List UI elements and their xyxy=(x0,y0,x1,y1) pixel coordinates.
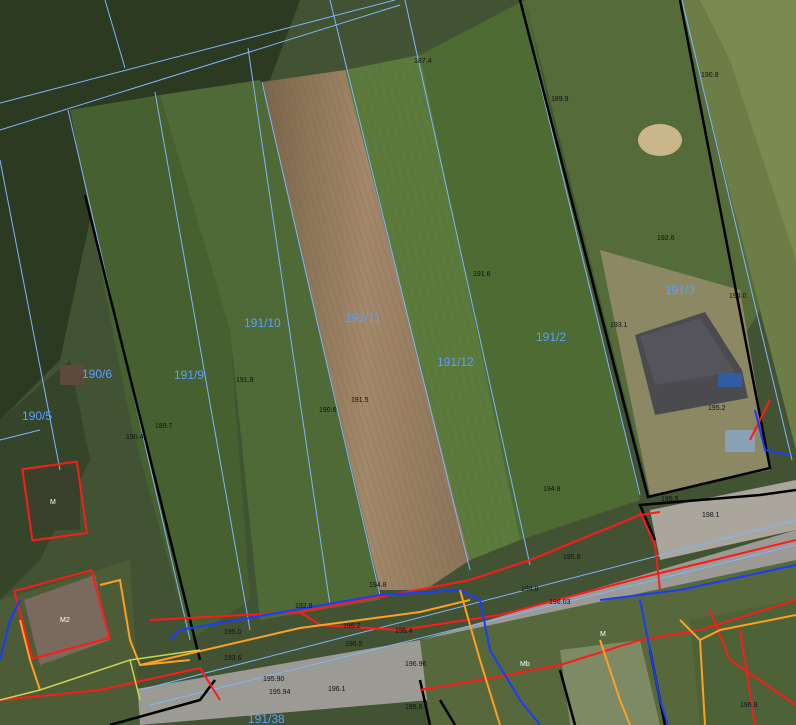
elevation-label: 195.0 xyxy=(224,629,242,636)
parcel-label-191-9: 191/9 xyxy=(174,368,204,382)
elevation-label: 194.0 xyxy=(521,586,539,593)
building-label: Mb xyxy=(520,661,530,668)
elevation-label: 192.6 xyxy=(657,235,675,242)
parcel-label-190-5: 190/5 xyxy=(22,409,52,423)
building-label: M2 xyxy=(60,617,70,624)
elevation-label: 195.5 xyxy=(661,496,679,503)
elevation-label: 196.03 xyxy=(549,599,571,606)
elevation-label: 195.94 xyxy=(269,689,291,696)
elevation-label: 191.9 xyxy=(236,377,254,384)
elevation-label: 191.6 xyxy=(473,271,491,278)
orthophoto-map[interactable]: 190/5 190/6 191/9 191/10 191/11 191/12 1… xyxy=(0,0,796,725)
elevation-label: 194.8 xyxy=(369,582,387,589)
parcel-label-191-38: 191/38 xyxy=(248,712,285,725)
parcel-label-191-3: 191/3 xyxy=(665,283,695,297)
parcel-label-191-10: 191/10 xyxy=(244,316,281,330)
elevation-label: 190.6 xyxy=(319,407,337,414)
parcel-label-191-2: 191/2 xyxy=(536,330,566,344)
elevation-label: 195.2 xyxy=(343,623,361,630)
elevation-label: 193.1 xyxy=(610,322,628,329)
elevation-label: 195.90 xyxy=(263,676,285,683)
elevation-label: 196.5 xyxy=(345,641,363,648)
elevation-label: 194.8 xyxy=(543,486,561,493)
parcel-label-190-6: 190/6 xyxy=(82,367,112,381)
elevation-label: 189.7 xyxy=(155,423,173,430)
building-label: M xyxy=(50,499,56,506)
elevation-label: 195.6 xyxy=(405,704,423,711)
elevation-label: 190.4 xyxy=(126,434,144,441)
elevation-label: 194.0 xyxy=(729,293,747,300)
map-canvas: 190/5 190/6 191/9 191/10 191/11 191/12 1… xyxy=(0,0,796,725)
elevation-label: 196.96 xyxy=(405,661,427,668)
elevation-label: 187.4 xyxy=(414,58,432,65)
aerial-imagery xyxy=(0,0,796,725)
elevation-label: 196.8 xyxy=(740,702,758,709)
building-label: M xyxy=(600,631,606,638)
elevation-label: 195.6 xyxy=(563,554,581,561)
elevation-label: 192.8 xyxy=(295,603,313,610)
elevation-label: 193.6 xyxy=(224,655,242,662)
elevation-label: 195.4 xyxy=(395,628,413,635)
elevation-label: 198.1 xyxy=(702,512,720,519)
elevation-label: 191.5 xyxy=(351,397,369,404)
elevation-label: 189.9 xyxy=(551,96,569,103)
parcel-label-191-12: 191/12 xyxy=(437,355,474,369)
parcel-label-191-11: 191/11 xyxy=(345,311,381,325)
address-badge xyxy=(718,373,742,387)
elevation-label: 190.8 xyxy=(701,72,719,79)
elevation-label: 196.1 xyxy=(328,686,346,693)
elevation-label: 195.2 xyxy=(708,405,726,412)
